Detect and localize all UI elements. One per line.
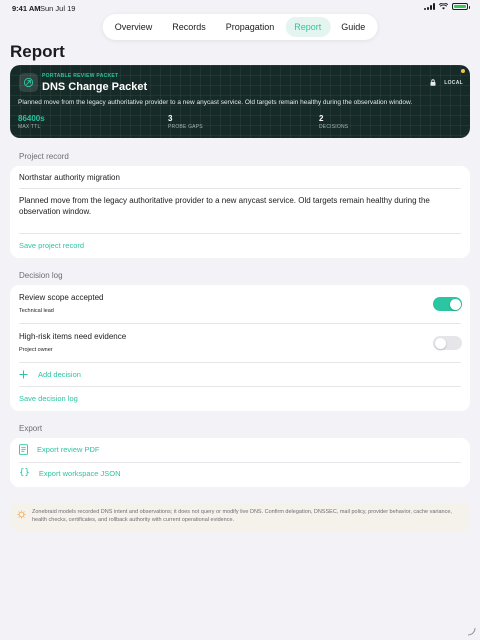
- tab-report[interactable]: Report: [285, 17, 331, 37]
- save-project-record-button[interactable]: Save project record: [19, 241, 461, 250]
- decision-title: High-risk items need evidence: [19, 332, 127, 341]
- lock-icon: [430, 79, 436, 86]
- tab-records[interactable]: Records: [163, 17, 215, 37]
- export-json-label: Export workspace JSON: [38, 468, 121, 478]
- status-time: 9:41 AM: [12, 4, 41, 13]
- project-record-heading: Project record: [19, 152, 69, 161]
- metric-value: 3: [168, 114, 173, 123]
- toggle-knob: [434, 337, 446, 349]
- tab-propagation[interactable]: Propagation: [217, 17, 284, 37]
- toggle-knob: [449, 298, 461, 310]
- decision-item: Review scope accepted Technical lead: [19, 293, 461, 314]
- divider: [19, 323, 461, 324]
- divider: [19, 362, 461, 363]
- status-date: Sun Jul 19: [40, 4, 76, 13]
- wifi-icon: [439, 3, 448, 10]
- metric-value: 2: [319, 114, 324, 123]
- project-name-field[interactable]: Northstar authority migration: [19, 173, 461, 182]
- decision-log-card: Review scope accepted Technical lead Hig…: [10, 285, 470, 411]
- export-heading: Export: [19, 424, 43, 433]
- hero-title: DNS Change Packet: [42, 81, 148, 93]
- metric-value: 86400s: [18, 114, 45, 123]
- decision-toggle[interactable]: [433, 336, 462, 350]
- decision-title: Review scope accepted: [19, 293, 104, 302]
- divider: [19, 386, 461, 387]
- dns-change-packet-card: PORTABLE REVIEW PACKET DNS Change Packet…: [10, 65, 470, 138]
- decision-toggle[interactable]: [433, 297, 462, 311]
- metric-label: DECISIONS: [319, 124, 349, 130]
- packet-icon: [19, 73, 38, 92]
- tab-overview[interactable]: Overview: [106, 17, 162, 37]
- hero-kicker: PORTABLE REVIEW PACKET: [42, 73, 119, 79]
- metric-max-ttl: 86400s MAX TTL: [18, 114, 45, 130]
- hero-description: Planned move from the legacy authoritati…: [18, 99, 413, 106]
- divider: [19, 462, 461, 463]
- metric-label: PROBE GAPS: [168, 124, 203, 130]
- metric-label: MAX TTL: [18, 124, 41, 130]
- braces-icon: {}: [19, 468, 30, 478]
- project-record-card: Northstar authority migration Planned mo…: [10, 166, 470, 258]
- export-json-button[interactable]: {} Export workspace JSON: [19, 468, 461, 478]
- tab-guide[interactable]: Guide: [332, 17, 374, 37]
- battery-icon: [452, 3, 470, 10]
- metric-decisions: 2 DECISIONS: [319, 114, 348, 130]
- local-badge: LOCAL: [444, 80, 463, 86]
- status-dot: [461, 69, 465, 73]
- document-icon: [19, 444, 28, 455]
- add-decision-button[interactable]: Add decision: [19, 370, 461, 379]
- metric-probe-gaps: 3 PROBE GAPS: [168, 114, 203, 130]
- export-pdf-button[interactable]: Export review PDF: [19, 444, 461, 455]
- plus-icon: [19, 370, 28, 379]
- tab-bar: Overview Records Propagation Report Guid…: [102, 14, 378, 40]
- decision-log-heading: Decision log: [19, 271, 63, 280]
- info-icon: [17, 510, 26, 519]
- export-pdf-label: Export review PDF: [37, 445, 100, 454]
- disclaimer-text: Zonebraid models recorded DNS intent and…: [32, 509, 452, 523]
- divider: [19, 233, 461, 234]
- disclaimer-note: Zonebraid models recorded DNS intent and…: [10, 503, 470, 531]
- status-icons: [424, 3, 470, 10]
- cellular-signal-icon: [424, 3, 435, 10]
- project-notes-field[interactable]: Planned move from the legacy authoritati…: [19, 196, 461, 218]
- decision-item: High-risk items need evidence Project ow…: [19, 332, 461, 353]
- divider: [19, 188, 461, 189]
- export-card: Export review PDF {} Export workspace JS…: [10, 438, 470, 487]
- add-decision-label: Add decision: [38, 370, 81, 379]
- decision-owner: Project owner: [19, 347, 53, 353]
- decision-owner: Technical lead: [19, 308, 54, 314]
- save-decision-log-button[interactable]: Save decision log: [19, 394, 461, 403]
- page-title: Report: [10, 42, 65, 61]
- resize-handle-icon[interactable]: [466, 626, 476, 636]
